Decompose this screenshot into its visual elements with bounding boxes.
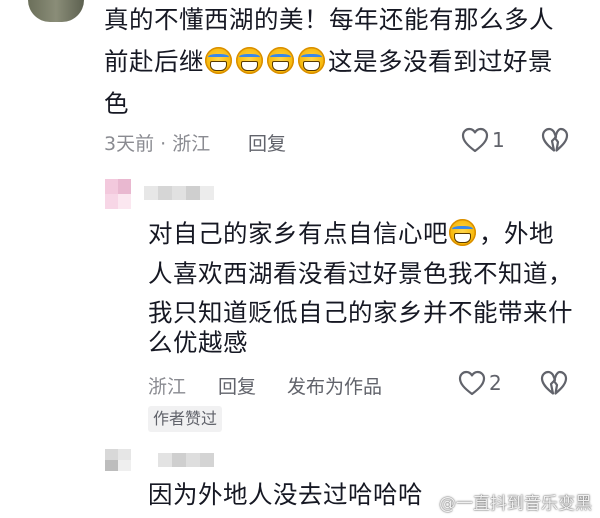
author-liked-badge: 作者赞过 — [148, 406, 223, 432]
comment-line: 色 — [104, 89, 129, 118]
broken-heart-icon[interactable] — [541, 127, 569, 153]
comment-line: ，外地 — [479, 219, 554, 248]
comment-line: 真的不懂西湖的美！每年还能有那么多人 — [104, 5, 554, 34]
laughing-tears-emoji-icon — [449, 219, 476, 246]
publish-as-work-button[interactable]: 发布为作品 — [287, 372, 382, 399]
comment-text: 色 — [104, 84, 129, 124]
comment-line: 人喜欢西湖看没看过好景色我不知道， — [148, 259, 573, 288]
comment-text: 人喜欢西湖看没看过好景色我不知道， — [148, 254, 573, 294]
username[interactable] — [158, 453, 214, 467]
comment-line: 前赴后继 — [104, 47, 204, 76]
comment-location: 浙江 — [148, 376, 187, 398]
like-count: 2 — [489, 371, 502, 395]
reply-button[interactable]: 回复 — [218, 372, 256, 399]
comment-line: 么优越感 — [148, 328, 248, 357]
laughing-tears-emoji-icon — [298, 47, 325, 74]
heart-outline-icon[interactable] — [458, 370, 486, 396]
comment-time-location: 3天前 · 浙江 — [104, 133, 211, 155]
comment-text: 对自己的家乡有点自信心吧 ，外地 — [148, 214, 554, 254]
broken-heart-icon[interactable] — [540, 370, 568, 396]
comment-line: 这是多没看到过好景 — [328, 47, 553, 76]
comment-text: 因为外地人没去过哈哈哈 — [148, 475, 423, 515]
comment-text: 么优越感 — [148, 323, 248, 363]
watermark: @一直抖到音乐变黑 — [439, 494, 592, 514]
laughing-tears-emoji-icon — [267, 47, 294, 74]
comment-line: 因为外地人没去过哈哈哈 — [148, 480, 423, 509]
laughing-tears-emoji-icon — [205, 47, 232, 74]
reply-button[interactable]: 回复 — [248, 129, 286, 156]
username[interactable] — [144, 186, 214, 200]
avatar[interactable] — [105, 449, 131, 471]
avatar[interactable] — [28, 0, 84, 22]
heart-outline-icon[interactable] — [461, 127, 489, 153]
comment-text: 真的不懂西湖的美！每年还能有那么多人 — [104, 0, 554, 40]
avatar[interactable] — [105, 179, 131, 209]
comment-line: 对自己的家乡有点自信心吧 — [148, 219, 448, 248]
like-count: 1 — [492, 128, 505, 152]
laughing-tears-emoji-icon — [236, 47, 263, 74]
comment-text: 前赴后继 这是多没看到过好景 — [104, 42, 553, 82]
